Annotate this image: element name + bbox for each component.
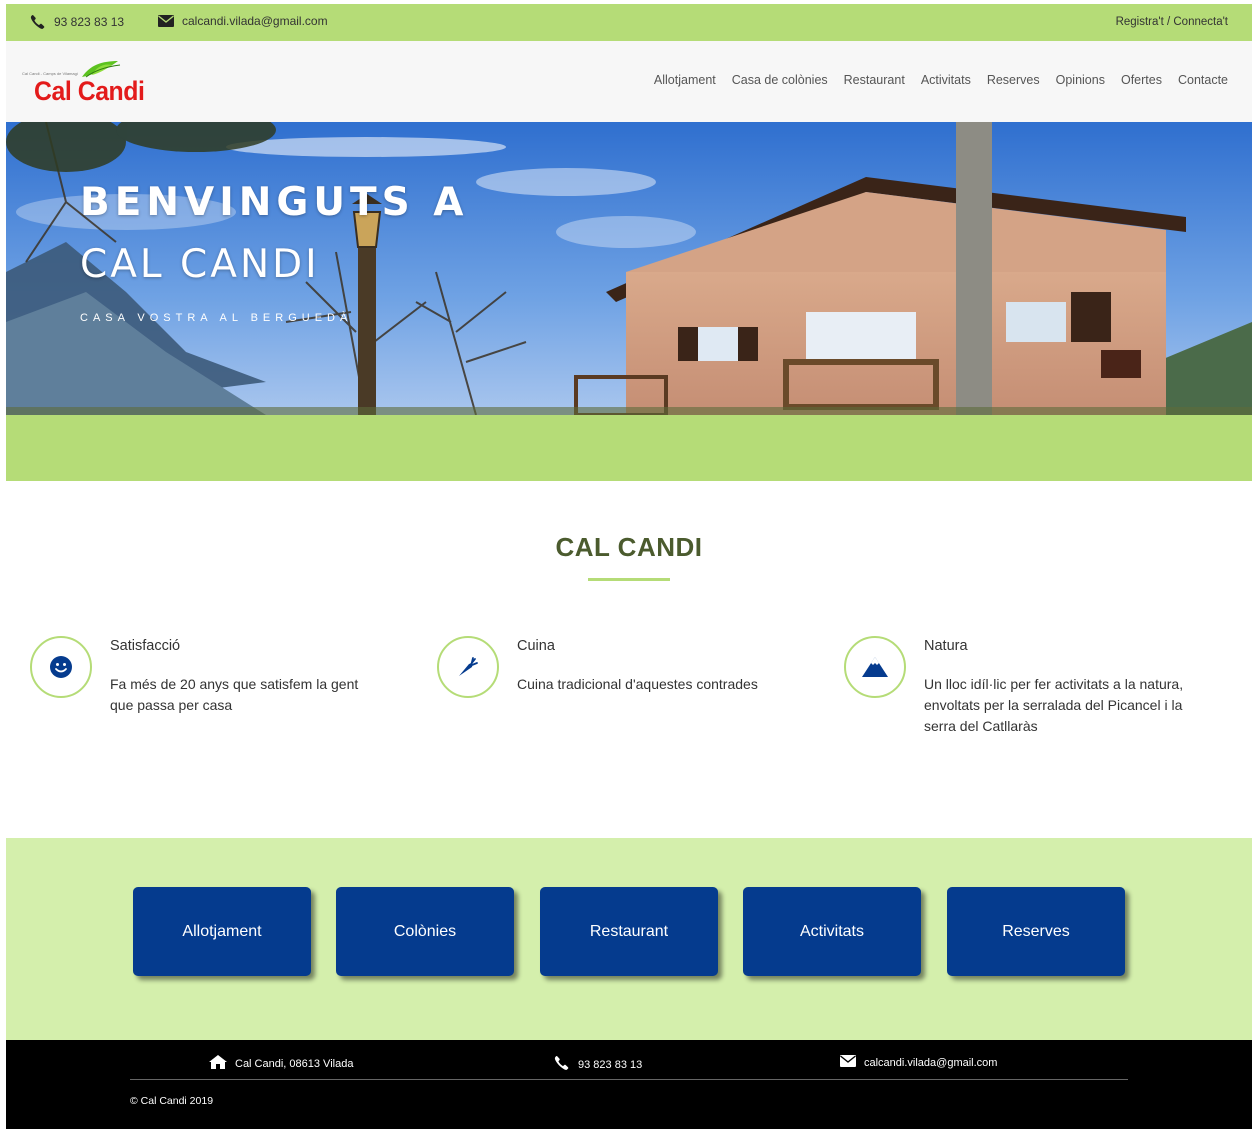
nav-item-opinions[interactable]: Opinions: [1056, 73, 1105, 87]
reserves-button[interactable]: Reserves: [947, 887, 1125, 976]
footer-address: Cal Candi, 08613 Vilada: [209, 1055, 353, 1072]
nav-item-ofertes[interactable]: Ofertes: [1121, 73, 1162, 87]
carrot-icon: [459, 657, 478, 676]
topbar-email-text: calcandi.vilada@gmail.com: [182, 14, 328, 28]
nav-item-restaurant[interactable]: Restaurant: [844, 73, 905, 87]
hero-heading-line1: BENVINGUTS A: [80, 180, 469, 225]
hero-banner: BENVINGUTS A CAL CANDI CASA VOSTRA AL BE…: [6, 122, 1252, 415]
login-link[interactable]: Registra't / Connecta't: [1116, 16, 1228, 28]
topbar-phone-text: 93 823 83 13: [54, 15, 125, 29]
colonies-button[interactable]: Colònies: [336, 887, 514, 976]
copyright: © Cal Candi 2019: [130, 1095, 214, 1107]
footer-phone-text: 93 823 83 13: [578, 1058, 643, 1071]
feature-text: Cuina tradicional d'aquestes contrades: [517, 676, 758, 692]
logo[interactable]: Cal Candi - Camps de Vilamagí Cal Candi: [22, 59, 162, 106]
envelope-icon: [158, 15, 174, 27]
nav-item-contacte[interactable]: Contacte: [1178, 73, 1228, 87]
phone-icon: [554, 1055, 570, 1074]
feature-icon-circle: [437, 636, 499, 698]
feature-title: Cuina: [517, 638, 555, 654]
activitats-button[interactable]: Activitats: [743, 887, 921, 976]
top-bar: 93 823 83 13 calcandi.vilada@gmail.com R…: [6, 4, 1252, 41]
feature-title: Natura: [924, 638, 968, 654]
section-title: CAL CANDI: [555, 532, 703, 562]
home-icon: [209, 1055, 227, 1072]
footer-email[interactable]: calcandi.vilada@gmail.com: [840, 1055, 997, 1070]
allotjament-button[interactable]: Allotjament: [133, 887, 311, 976]
green-band: [6, 415, 1252, 481]
feature-icon-circle: [844, 636, 906, 698]
nav-item-activitats[interactable]: Activitats: [921, 73, 971, 87]
footer-email-text: calcandi.vilada@gmail.com: [864, 1056, 998, 1069]
site-header: Cal Candi - Camps de Vilamagí Cal Candi …: [6, 41, 1252, 122]
restaurant-button[interactable]: Restaurant: [540, 887, 718, 976]
feature-text: Un lloc idíl·lic per fer activitats a la…: [924, 676, 1184, 734]
nav-item-allotjament[interactable]: Allotjament: [654, 73, 716, 87]
hero-subtitle: CASA VOSTRA AL BERGUEDÀ: [80, 312, 353, 324]
smile-icon: [50, 656, 72, 678]
footer-address-text: Cal Candi, 08613 Vilada: [235, 1057, 354, 1070]
hero-heading: BENVINGUTS A CAL CANDI: [80, 172, 500, 296]
site-footer: Cal Candi, 08613 Vilada 93 823 83 13 cal…: [6, 1040, 1252, 1129]
nav-item-reserves[interactable]: Reserves: [987, 73, 1040, 87]
feature-icon-circle: [30, 636, 92, 698]
section-underline: [588, 578, 670, 581]
main-nav: Allotjament Casa de colònies Restaurant …: [654, 73, 1228, 87]
feature-text: Fa més de 20 anys que satisfem la gent q…: [110, 676, 359, 713]
page: 93 823 83 13 calcandi.vilada@gmail.com R…: [6, 4, 1252, 1129]
topbar-email[interactable]: calcandi.vilada@gmail.com: [158, 14, 328, 28]
envelope-icon: [840, 1055, 856, 1070]
nav-item-casa-de-colonies[interactable]: Casa de colònies: [732, 73, 828, 87]
mountain-icon: [862, 657, 888, 677]
topbar-phone[interactable]: 93 823 83 13: [30, 14, 124, 30]
quick-links-band: Allotjament Colònies Restaurant Activita…: [6, 838, 1252, 1040]
footer-divider: [130, 1079, 1128, 1080]
footer-phone[interactable]: 93 823 83 13: [554, 1055, 642, 1074]
logo-name: Cal Candi: [34, 76, 145, 106]
hero-heading-line2: CAL CANDI: [80, 242, 320, 287]
phone-icon: [30, 14, 46, 30]
feature-title: Satisfacció: [110, 638, 181, 654]
